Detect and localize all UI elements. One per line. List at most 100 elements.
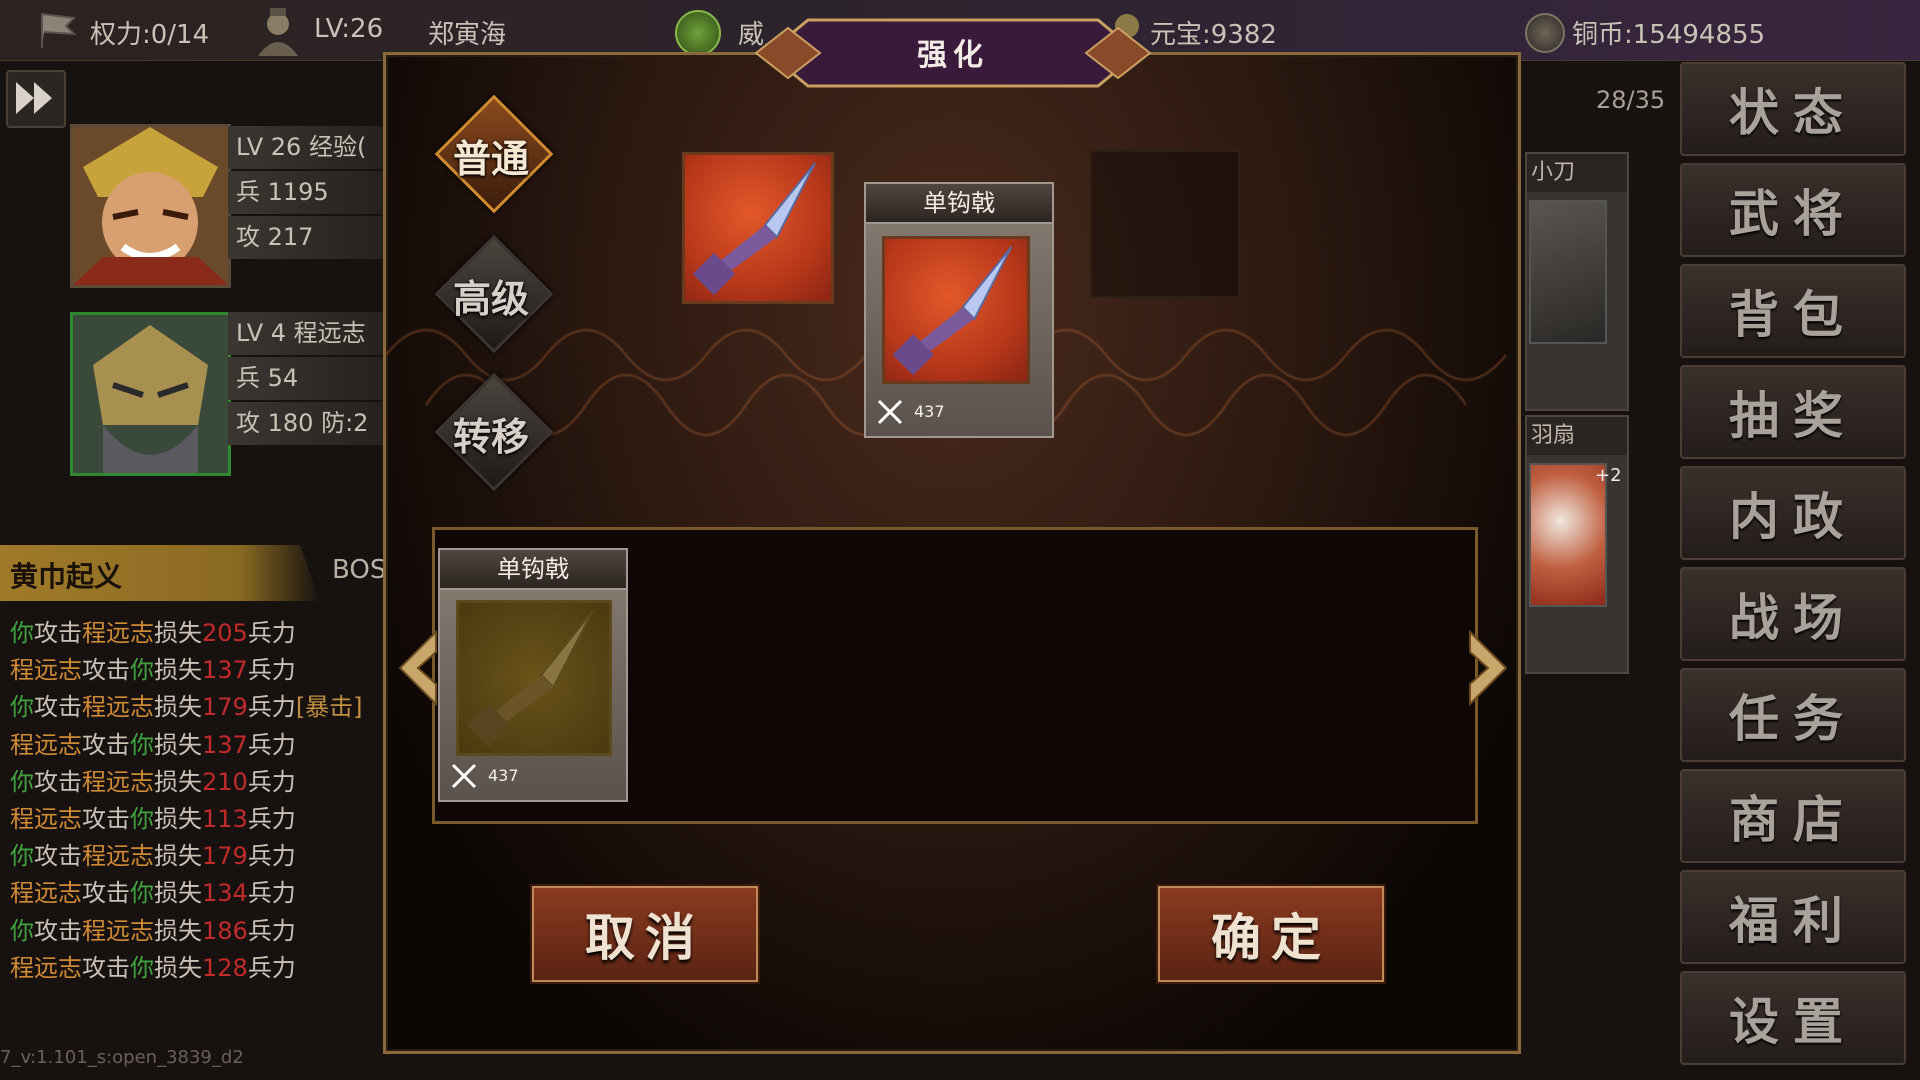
mode-label: 转移 (452, 414, 529, 459)
crossed-swords-icon (877, 399, 903, 425)
battle-log-text: 兵力 (247, 619, 296, 647)
hero-portrait-player[interactable] (70, 124, 231, 288)
hero-stat-row: 兵 1195 (228, 171, 388, 214)
player-name: 郑寅海 (428, 20, 507, 50)
battle-log-line: 程远志攻击你损失134兵力 (10, 875, 363, 912)
battle-log-text: 兵力 (247, 767, 296, 796)
battle-log-text: 你 (10, 842, 34, 871)
inventory-item-label: 小刀 (1527, 154, 1627, 192)
battle-log-text: 程远志 (82, 619, 154, 647)
battle-log-line: 你攻击程远志损失186兵力 (10, 913, 363, 950)
inventory-item-card[interactable]: 羽扇 +2 (1525, 415, 1629, 674)
mode-advanced-button[interactable]: 高级 (434, 234, 554, 354)
hero-portrait-enemy[interactable] (70, 312, 231, 476)
battle-log-text: 损失 (154, 656, 202, 685)
menu-generals-button[interactable]: 武将 (1680, 163, 1906, 257)
menu-shop-button[interactable]: 商店 (1680, 769, 1906, 863)
inventory-count: 28/35 (1596, 86, 1666, 114)
battle-log-text: 你 (130, 730, 154, 759)
battle-log-text: 攻击 (82, 730, 130, 759)
menu-status-button[interactable]: 状态 (1680, 62, 1906, 156)
battle-log-text: 兵力 (247, 730, 296, 759)
battle-log-text: 攻击 (82, 656, 130, 685)
cancel-button[interactable]: 取消 (532, 886, 758, 982)
list-item-card[interactable]: 单钩戟 437 (438, 548, 628, 802)
hero-stat-row: 攻 180 防:2 (228, 402, 388, 445)
battle-log-text: 179 (202, 693, 248, 722)
copper-coin-icon (1525, 13, 1565, 53)
battle-log-text: 134 (202, 879, 248, 908)
battle-log-text: 兵力 (247, 693, 296, 722)
main-menu: 状态 武将 背包 抽奖 内政 战场 任务 商店 福利 设置 (1680, 62, 1912, 1072)
battle-log-text: 兵力 (247, 953, 296, 982)
battle-log-text: 程远志 (82, 693, 154, 722)
masked-warrior-icon (73, 315, 228, 473)
confirm-button[interactable]: 确定 (1158, 886, 1384, 982)
battle-log-text: 137 (202, 656, 248, 685)
battle-log-text: 损失 (154, 879, 202, 908)
menu-quest-button[interactable]: 任务 (1680, 668, 1906, 762)
boss-tab[interactable]: BOS (332, 555, 386, 585)
menu-lottery-button[interactable]: 抽奖 (1680, 365, 1906, 459)
battle-log-text: 205 (202, 619, 248, 647)
battle-log-text: 你 (10, 767, 34, 796)
menu-bag-button[interactable]: 背包 (1680, 264, 1906, 358)
material-slot-empty[interactable] (1090, 150, 1240, 298)
menu-battlefield-button[interactable]: 战场 (1680, 567, 1906, 661)
battle-log-text: 程远志 (10, 879, 82, 908)
target-attack-value: 437 (914, 402, 945, 421)
scroll-right-arrow-icon[interactable] (1464, 628, 1510, 708)
hero-stat-row: 攻 217 (228, 216, 388, 259)
battle-log-text: 你 (130, 805, 154, 834)
battle-log-line: 程远志攻击你损失128兵力 (10, 950, 363, 987)
hero-stat-row: LV 4 程远志 (228, 312, 388, 355)
battle-log-text: 损失 (154, 805, 202, 834)
menu-domestic-button[interactable]: 内政 (1680, 466, 1906, 560)
battle-log-text: 113 (202, 805, 248, 834)
battle-log-text: 程远志 (82, 767, 154, 796)
battle-log-text: 你 (130, 656, 154, 685)
battle-log-text: 程远志 (10, 953, 82, 982)
hero-stats-player: LV 26 经验( 兵 1195 攻 217 (228, 126, 388, 261)
battle-log-text: 损失 (154, 953, 202, 982)
player-level: LV:26 (314, 14, 384, 44)
target-item-name: 单钩戟 (866, 184, 1052, 224)
battle-log-text: 128 (202, 953, 248, 982)
fast-forward-button[interactable] (6, 70, 66, 128)
battle-log-line: 程远志攻击你损失137兵力 (10, 652, 363, 689)
hero-stat-row: LV 26 经验( (228, 126, 388, 169)
inventory-item-label: 羽扇 (1527, 417, 1627, 455)
power-text: 权力:0/14 (90, 20, 210, 50)
battle-log-text: 攻击 (82, 879, 130, 908)
battle-log-text: 兵力 (247, 916, 296, 945)
list-item-name: 单钩戟 (440, 550, 626, 590)
battle-log-line: 程远志攻击你损失137兵力 (10, 727, 363, 764)
mode-normal-button[interactable]: 普通 (434, 94, 554, 214)
target-item-image (882, 236, 1030, 384)
scroll-left-arrow-icon[interactable] (396, 628, 442, 708)
copper-text: 铜币:15494855 (1572, 20, 1766, 50)
mode-label: 普通 (452, 136, 529, 181)
menu-settings-button[interactable]: 设置 (1680, 971, 1906, 1065)
battle-log-line: 你攻击程远志损失210兵力 (10, 764, 363, 801)
battle-log-text: 攻击 (82, 953, 130, 982)
yuanbao-text: 元宝:9382 (1150, 20, 1277, 50)
hero-face-icon (73, 127, 228, 285)
battle-log-text: 137 (202, 730, 248, 759)
target-item-card[interactable]: 单钩戟 437 (864, 182, 1054, 438)
dialog-title: 强化 (917, 38, 989, 73)
version-text: 7_v:1.101_s:open_3839_d2 (0, 1047, 244, 1068)
battle-log-text: 程远志 (10, 805, 82, 834)
battle-log: 你攻击程远志损失205兵力 程远志攻击你损失137兵力 你攻击程远志损失179兵力[… (10, 615, 363, 987)
flag-icon (41, 12, 77, 48)
menu-welfare-button[interactable]: 福利 (1680, 870, 1906, 964)
inventory-item-card[interactable]: 小刀 (1525, 152, 1629, 411)
battle-log-text: 攻击 (34, 916, 82, 945)
battle-log-text: 210 (202, 767, 248, 796)
hero-stat-row: 兵 54 (228, 357, 388, 400)
hero-stats-enemy: LV 4 程远志 兵 54 攻 180 防:2 (228, 312, 388, 447)
battle-log-text: 损失 (154, 916, 202, 945)
mode-transfer-button[interactable]: 转移 (434, 372, 554, 492)
battle-log-text: 损失 (154, 619, 202, 647)
battle-title-banner: 黄巾起义 (0, 545, 320, 601)
